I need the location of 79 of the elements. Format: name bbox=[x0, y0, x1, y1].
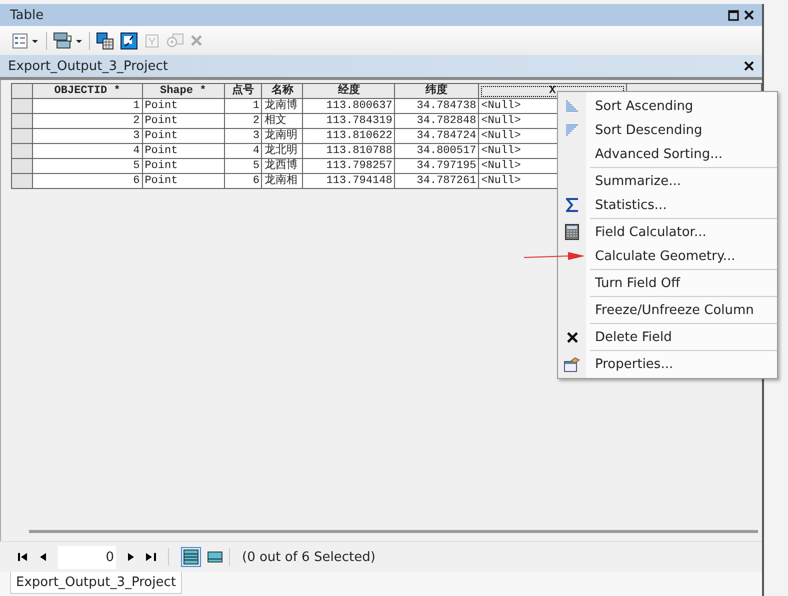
table-tab[interactable]: Export_Output_3_Project bbox=[10, 572, 182, 594]
table-cell: 113.810788 bbox=[302, 144, 395, 158]
annotation-arrow bbox=[524, 251, 586, 263]
table-cell: 113.800637 bbox=[302, 98, 395, 114]
menu-item[interactable]: Freeze/Unfreeze Column bbox=[586, 298, 777, 322]
previous-record-icon[interactable] bbox=[40, 553, 46, 561]
row-header[interactable] bbox=[12, 158, 32, 174]
column-header[interactable]: Shape * bbox=[142, 84, 224, 98]
menu-item[interactable]: Calculate Geometry... bbox=[586, 244, 777, 268]
table-options-icon[interactable] bbox=[12, 32, 40, 48]
table-cell: 113.784319 bbox=[302, 114, 395, 128]
table-cell: Point bbox=[142, 98, 224, 114]
sigma-icon bbox=[566, 198, 578, 212]
column-header[interactable]: 点号 bbox=[224, 84, 262, 98]
horizontal-scrollbar[interactable] bbox=[29, 530, 758, 533]
sort-descending-icon bbox=[565, 124, 579, 136]
table-cell: 3 bbox=[32, 128, 142, 144]
properties-icon bbox=[564, 356, 580, 372]
table-cell: 相文 bbox=[262, 114, 303, 128]
table-cell: Point bbox=[142, 128, 224, 144]
close-icon[interactable] bbox=[744, 10, 754, 20]
record-field[interactable]: 0 bbox=[58, 546, 116, 568]
next-record-icon[interactable] bbox=[128, 553, 134, 561]
table-cell: 龙南博 bbox=[262, 98, 303, 114]
table-cell: 龙南相 bbox=[262, 174, 303, 188]
table-name: Export_Output_3_Project bbox=[8, 58, 168, 74]
column-header[interactable]: 名称 bbox=[262, 84, 303, 98]
table-cell: 1 bbox=[224, 98, 262, 114]
delete-icon bbox=[566, 332, 578, 342]
row-header[interactable] bbox=[12, 144, 32, 158]
table-cell: 34.784724 bbox=[394, 128, 479, 144]
menu-item[interactable]: Delete Field bbox=[586, 325, 777, 349]
menu-item[interactable]: Field Calculator... bbox=[586, 220, 777, 244]
close-icon[interactable] bbox=[744, 61, 754, 71]
table-cell: 34.797195 bbox=[394, 158, 479, 174]
last-record-icon[interactable] bbox=[146, 553, 156, 561]
table-cell: 4 bbox=[224, 144, 262, 158]
sort-ascending-icon bbox=[565, 100, 579, 112]
table-cell: Point bbox=[142, 144, 224, 158]
calculator-icon bbox=[565, 224, 579, 240]
table-cell: 2 bbox=[32, 114, 142, 128]
show-selected-records-button[interactable] bbox=[205, 549, 225, 565]
table-cell: 113.794148 bbox=[302, 174, 395, 188]
table-cell: 2 bbox=[224, 114, 262, 128]
table-cell: 龙南明 bbox=[262, 128, 303, 144]
window-title: Table bbox=[10, 8, 44, 22]
table-cell: 5 bbox=[32, 158, 142, 174]
table-cell: Point bbox=[142, 114, 224, 128]
table-cell: 龙北明 bbox=[262, 144, 303, 158]
row-header[interactable] bbox=[12, 114, 32, 128]
table-cell: Point bbox=[142, 158, 224, 174]
table-cell: 4 bbox=[32, 144, 142, 158]
row-header[interactable] bbox=[12, 84, 32, 98]
first-record-icon[interactable] bbox=[18, 553, 28, 561]
selection-status: (0 out of 6 Selected) bbox=[242, 550, 376, 564]
table-cell: 6 bbox=[32, 174, 142, 188]
table-cell: 6 bbox=[224, 174, 262, 188]
row-header[interactable] bbox=[12, 174, 32, 188]
table-cell: 34.787261 bbox=[394, 174, 479, 188]
table-cell: 34.784738 bbox=[394, 98, 479, 114]
table-cell: 113.810622 bbox=[302, 128, 395, 144]
table-cell: Point bbox=[142, 174, 224, 188]
show-all-records-button[interactable] bbox=[181, 547, 201, 567]
table-cell: 34.800517 bbox=[394, 144, 479, 158]
row-header[interactable] bbox=[12, 128, 32, 144]
row-header[interactable] bbox=[12, 98, 32, 114]
table-cell: 5 bbox=[224, 158, 262, 174]
table-cell: 3 bbox=[224, 128, 262, 144]
maximize-icon[interactable] bbox=[728, 10, 739, 20]
menu-item[interactable]: Turn Field Off bbox=[586, 271, 777, 295]
table-cell: 1 bbox=[32, 98, 142, 114]
table-cell: 34.782848 bbox=[394, 114, 479, 128]
menu-item[interactable]: Properties... bbox=[586, 352, 777, 376]
column-header[interactable]: 纬度 bbox=[394, 84, 479, 98]
column-header[interactable]: OBJECTID * bbox=[32, 84, 142, 98]
menu-item[interactable]: Statistics... bbox=[586, 193, 777, 217]
table-cell: 龙西博 bbox=[262, 158, 303, 174]
column-header[interactable]: 经度 bbox=[302, 84, 395, 98]
table-cell: 113.798257 bbox=[302, 158, 395, 174]
